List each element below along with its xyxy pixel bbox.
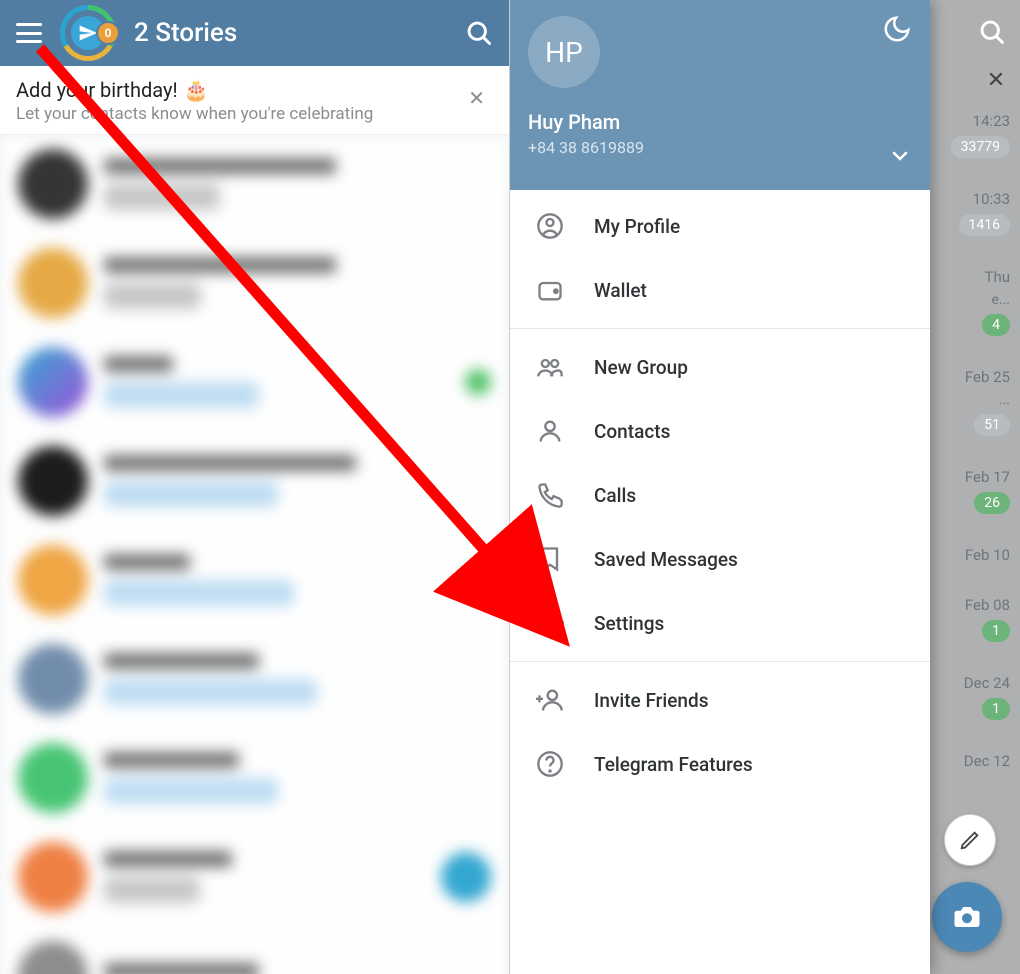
chevron-down-icon[interactable]	[888, 144, 912, 168]
chat-row[interactable]	[0, 234, 509, 333]
chat-row[interactable]	[0, 432, 509, 531]
search-icon[interactable]	[978, 18, 1006, 46]
close-icon[interactable]: ✕	[980, 64, 1012, 96]
gear-icon	[536, 609, 564, 637]
drawer-item-label: Settings	[594, 612, 664, 635]
chat-row[interactable]	[0, 531, 509, 630]
background-chat-meta: 10:331416	[930, 184, 1020, 242]
close-icon[interactable]: ✕	[460, 78, 493, 118]
drawer-item-features[interactable]: Telegram Features	[510, 732, 930, 796]
night-mode-icon[interactable]	[882, 14, 912, 44]
stories-ring[interactable]: 0	[60, 5, 116, 61]
background-chat-meta: Dec 241	[930, 668, 1020, 726]
drawer-item-label: Saved Messages	[594, 548, 738, 571]
background-chat-meta: Feb 10	[930, 540, 1020, 570]
search-icon[interactable]	[465, 19, 493, 47]
edit-fab[interactable]	[944, 814, 996, 866]
drawer-item-label: Telegram Features	[594, 753, 753, 776]
drawer-item-wallet[interactable]: Wallet	[510, 258, 930, 322]
hamburger-menu-button[interactable]	[16, 23, 42, 43]
background-chat-meta: Thue...4	[930, 262, 1020, 342]
drawer-item-label: My Profile	[594, 215, 680, 238]
drawer-phone: +84 38 8619889	[528, 138, 912, 157]
left-header: 0 2 Stories	[0, 0, 509, 66]
background-chat-meta: Dec 12	[930, 746, 1020, 776]
group-icon	[536, 353, 564, 381]
background-chat-meta: 14:2333779	[930, 106, 1020, 164]
drawer-item-label: New Group	[594, 356, 688, 379]
chat-list-blurred	[0, 135, 509, 974]
drawer-item-profile[interactable]: My Profile	[510, 194, 930, 258]
camera-fab[interactable]	[932, 882, 1002, 952]
drawer-item-label: Contacts	[594, 420, 670, 443]
stories-count-badge: 0	[96, 21, 120, 45]
phone-icon	[536, 481, 564, 509]
background-chat-meta: Feb 1726	[930, 462, 1020, 520]
cake-icon: 🎂	[184, 78, 209, 102]
chat-row[interactable]	[0, 630, 509, 729]
drawer-username: Huy Pham	[528, 110, 912, 134]
contacts-icon	[536, 417, 564, 445]
chat-row[interactable]	[0, 927, 509, 974]
drawer-item-label: Wallet	[594, 279, 647, 302]
drawer-screen: ✕ 14:2333779 10:331416 Thue...4 Feb 25...51…	[510, 0, 1020, 974]
chat-row[interactable]	[0, 828, 509, 927]
chat-row[interactable]	[0, 135, 509, 234]
drawer-item-settings[interactable]: Settings	[510, 591, 930, 655]
drawer-item-contacts[interactable]: Contacts	[510, 399, 930, 463]
chat-row[interactable]	[0, 333, 509, 432]
drawer-item-invite[interactable]: Invite Friends	[510, 668, 930, 732]
drawer-item-label: Invite Friends	[594, 689, 708, 712]
banner-subtitle: Let your contacts know when you're celeb…	[16, 104, 450, 124]
bookmark-icon	[536, 545, 564, 573]
chat-list-screen: 0 2 Stories Add your birthday! 🎂 Let you…	[0, 0, 510, 974]
drawer-item-label: Calls	[594, 484, 636, 507]
background-chat-meta: Feb 25...51	[930, 362, 1020, 442]
stories-title: 2 Stories	[134, 18, 447, 48]
profile-icon	[536, 212, 564, 240]
banner-title: Add your birthday! 🎂	[16, 78, 450, 102]
drawer-item-new-group[interactable]: New Group	[510, 335, 930, 399]
avatar[interactable]: HP	[528, 16, 600, 88]
birthday-banner[interactable]: Add your birthday! 🎂 Let your contacts k…	[0, 66, 509, 135]
background-chat-meta: Feb 081	[930, 590, 1020, 648]
drawer-list: My Profile Wallet New Group Contacts	[510, 190, 930, 974]
navigation-drawer: HP Huy Pham +84 38 8619889 My Profile Wa…	[510, 0, 930, 974]
chat-row[interactable]	[0, 729, 509, 828]
drawer-item-calls[interactable]: Calls	[510, 463, 930, 527]
camera-icon	[952, 902, 982, 932]
invite-icon	[536, 686, 564, 714]
help-icon	[536, 750, 564, 778]
drawer-header: HP Huy Pham +84 38 8619889	[510, 0, 930, 190]
wallet-icon	[536, 276, 564, 304]
drawer-item-saved[interactable]: Saved Messages	[510, 527, 930, 591]
